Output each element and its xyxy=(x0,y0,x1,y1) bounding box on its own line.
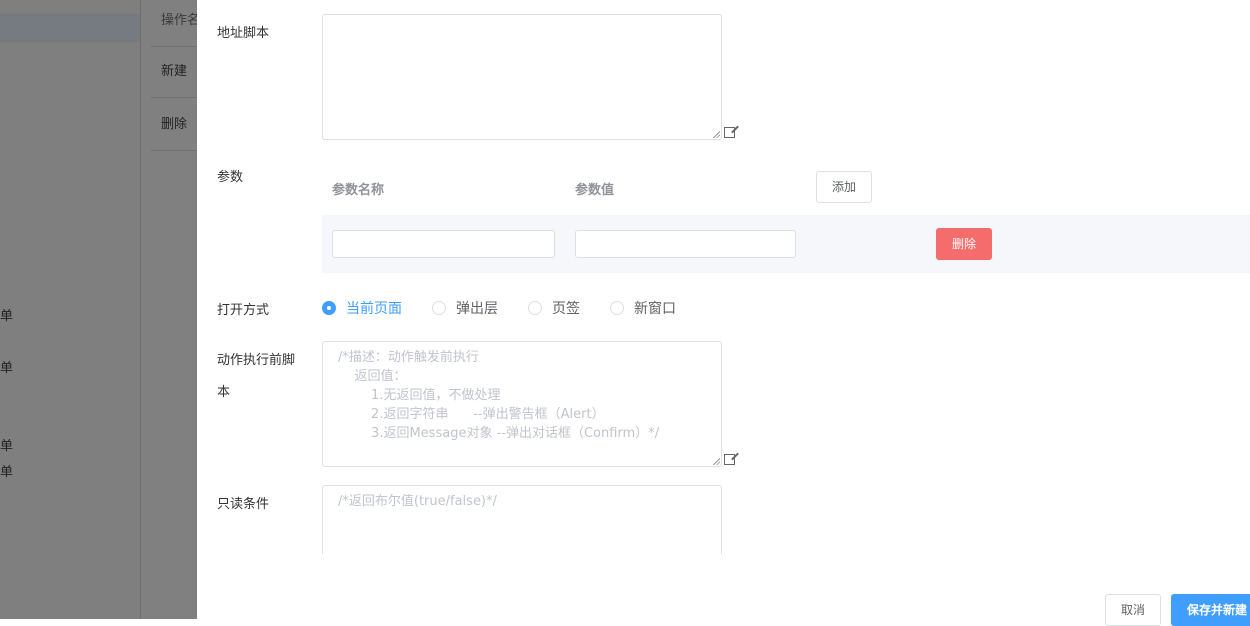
background-menu-fragment: 单 xyxy=(0,309,14,324)
background-table-row: 删除 xyxy=(151,99,198,151)
add-param-button[interactable]: 添加 xyxy=(816,171,872,203)
url-script-label: 地址脚本 xyxy=(217,26,270,41)
background-menu-fragment: 单 xyxy=(0,439,14,454)
readonly-label: 只读条件 xyxy=(217,497,270,512)
background-menu-fragment: 单 xyxy=(0,465,14,480)
param-name-input[interactable] xyxy=(332,230,555,258)
radio-unchecked-icon xyxy=(528,301,542,315)
open-mode-label: 打开方式 xyxy=(217,303,270,318)
background-table-row: 新建 xyxy=(151,46,198,98)
param-row: 删除 xyxy=(322,215,1250,273)
resize-grip-icon[interactable] xyxy=(712,457,720,465)
url-script-textarea[interactable] xyxy=(322,14,722,140)
delete-param-button[interactable]: 删除 xyxy=(936,228,992,260)
edit-icon[interactable] xyxy=(724,127,735,138)
background-sidebar-highlight xyxy=(0,14,140,42)
pre-script-textarea[interactable]: /*描述：动作触发前执行 返回值： 1.无返回值，不做处理 2.返回字符串 --… xyxy=(322,341,722,467)
radio-tab[interactable]: 页签 xyxy=(528,300,580,317)
edit-icon[interactable] xyxy=(724,454,735,465)
radio-label: 当前页面 xyxy=(346,301,402,317)
radio-unchecked-icon xyxy=(610,301,624,315)
radio-new-window[interactable]: 新窗口 xyxy=(610,300,676,317)
radio-label: 弹出层 xyxy=(456,301,498,317)
params-label: 参数 xyxy=(217,170,244,185)
resize-grip-icon[interactable] xyxy=(712,130,720,138)
param-value-header: 参数值 xyxy=(575,183,615,198)
background-table-header: 操作名 xyxy=(151,0,198,47)
background-table: 操作名 新建 删除 xyxy=(140,0,198,619)
pre-script-label-cont: 本 xyxy=(217,385,231,400)
radio-popup-layer[interactable]: 弹出层 xyxy=(432,300,498,317)
pre-script-label: 动作执行前脚 xyxy=(217,353,296,368)
action-edit-drawer: 地址脚本 参数 参数名称 参数值 添加 删除 打开方式 当前页面 弹出层 页签 … xyxy=(197,0,1250,626)
radio-label: 新窗口 xyxy=(634,301,676,317)
param-value-input[interactable] xyxy=(575,230,796,258)
save-and-new-button[interactable]: 保存并新建 xyxy=(1171,594,1250,626)
radio-unchecked-icon xyxy=(432,301,446,315)
radio-label: 页签 xyxy=(552,301,580,317)
radio-current-page[interactable]: 当前页面 xyxy=(322,300,402,317)
background-sidebar: 单 单 单 单 xyxy=(0,0,140,619)
readonly-textarea[interactable]: /*返回布尔值(true/false)*/ xyxy=(322,485,722,554)
readonly-placeholder: /*返回布尔值(true/false)*/ xyxy=(338,494,497,509)
cancel-button[interactable]: 取消 xyxy=(1105,594,1161,626)
param-name-header: 参数名称 xyxy=(332,183,385,198)
background-menu-fragment: 单 xyxy=(0,361,14,376)
pre-script-placeholder: /*描述：动作触发前执行 返回值： 1.无返回值，不做处理 2.返回字符串 --… xyxy=(338,350,660,441)
radio-checked-icon xyxy=(322,301,336,315)
